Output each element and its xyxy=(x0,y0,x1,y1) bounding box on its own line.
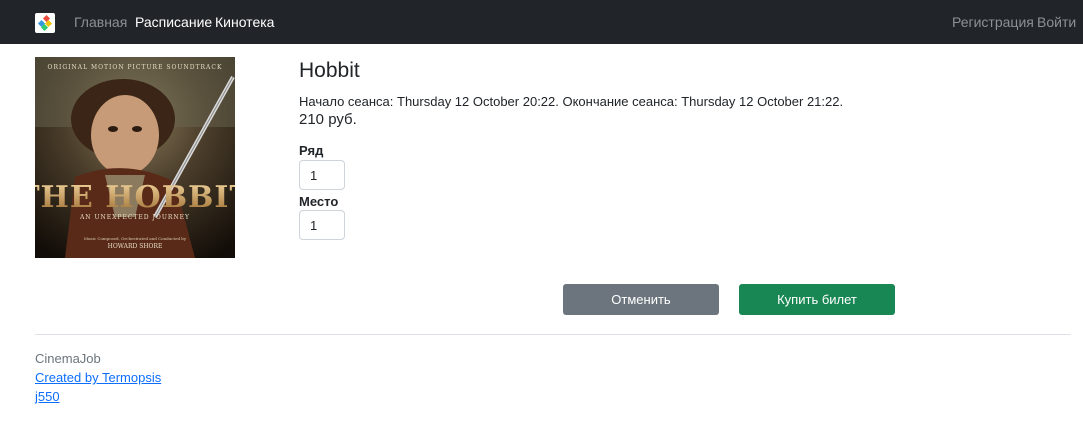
buy-ticket-button[interactable]: Купить билет xyxy=(739,284,895,315)
nav-login[interactable]: Войти xyxy=(1037,14,1076,30)
poster-top-text: ORIGINAL MOTION PICTURE SOUNDTRACK xyxy=(48,64,223,71)
footer-credit-link[interactable]: Created by Termopsis xyxy=(35,370,161,385)
poster-subtitle: AN UNEXPECTED JOURNEY xyxy=(79,214,190,221)
poster-composer: HOWARD SHORE xyxy=(108,243,163,250)
session-time: Начало сеанса: Thursday 12 October 20:22… xyxy=(299,94,844,109)
nav-schedule[interactable]: Расписание xyxy=(135,14,212,30)
cancel-button[interactable]: Отменить xyxy=(563,284,719,315)
footer-divider xyxy=(35,334,1071,335)
ticket-price: 210 руб. xyxy=(299,111,357,128)
navbar: Главная Расписание Кинотека Регистрация … xyxy=(0,0,1083,44)
poster-logo: THE HOBBIT xyxy=(35,180,235,215)
footer-brand: CinemaJob xyxy=(35,351,101,366)
nav-register[interactable]: Регистрация xyxy=(952,14,1034,30)
nav-library[interactable]: Кинотека xyxy=(215,14,274,30)
movie-title: Hobbit xyxy=(299,59,360,82)
poster-credit: Music Composed, Orchestrated and Conduct… xyxy=(84,236,187,241)
logo-icon[interactable] xyxy=(35,13,55,33)
row-input[interactable] xyxy=(299,160,345,190)
row-label: Ряд xyxy=(299,143,324,158)
seat-label: Место xyxy=(299,194,339,209)
seat-input[interactable] xyxy=(299,210,345,240)
movie-poster: ORIGINAL MOTION PICTURE SOUNDTRACK THE H… xyxy=(35,57,235,258)
nav-home[interactable]: Главная xyxy=(74,14,127,30)
footer-handle-link[interactable]: j550 xyxy=(35,389,60,404)
